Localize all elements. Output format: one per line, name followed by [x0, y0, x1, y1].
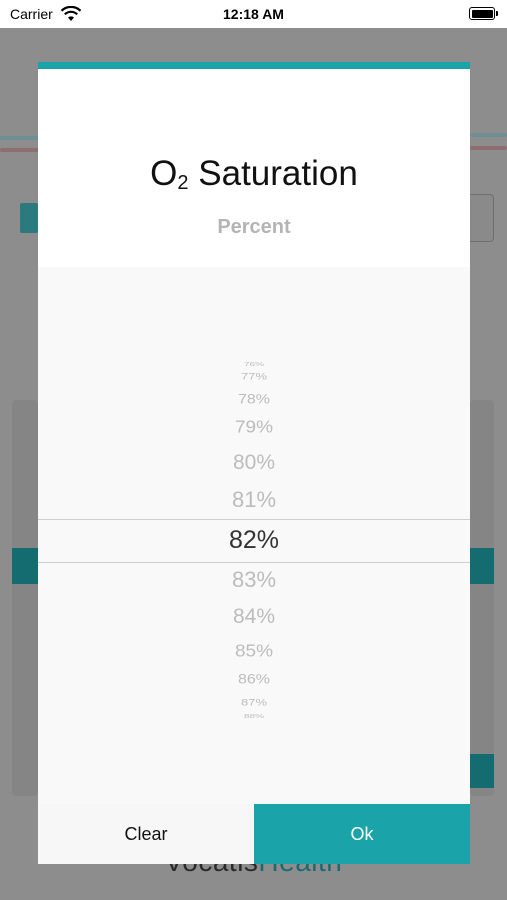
- ok-button[interactable]: Ok: [254, 804, 470, 864]
- battery-icon: [469, 7, 498, 20]
- picker-option[interactable]: 86%: [38, 672, 470, 687]
- picker-option[interactable]: 79%: [38, 418, 470, 438]
- clear-button[interactable]: Clear: [38, 804, 254, 864]
- picker-selected-value[interactable]: 82%: [38, 526, 470, 555]
- picker-option[interactable]: 84%: [38, 605, 470, 629]
- o2-saturation-dialog: O2 Saturation Percent 76% 77% 78% 79% 80% 81%…: [38, 62, 470, 864]
- percent-picker[interactable]: 76% 77% 78% 79% 80% 81% 82% 83% 84% 85% 86% 87% 88%: [38, 267, 470, 804]
- picker-selection-bottom-line: [38, 562, 470, 563]
- picker-option[interactable]: 76%: [38, 362, 470, 368]
- unit-label: Percent: [217, 216, 291, 238]
- bg-stripe: [0, 148, 40, 152]
- status-bar: Carrier 12:18 AM: [0, 0, 507, 28]
- bg-stripe: [470, 133, 507, 137]
- picker-option[interactable]: 77%: [38, 371, 470, 382]
- title-main: O: [150, 154, 178, 193]
- bg-card-2: [12, 606, 38, 796]
- picker-option[interactable]: 78%: [38, 392, 470, 407]
- bg-prev-arrow: [20, 203, 38, 233]
- bg-card-1-right-bar: [470, 548, 494, 584]
- picker-option[interactable]: 87%: [38, 697, 470, 708]
- bg-stripe: [0, 136, 40, 140]
- modal-title: O2 Saturation: [38, 154, 470, 195]
- picker-option[interactable]: 88%: [38, 714, 470, 720]
- bg-card-2-right-bar: [470, 754, 494, 788]
- picker-option[interactable]: 85%: [38, 642, 470, 662]
- bg-stripe: [470, 146, 507, 150]
- picker-option[interactable]: 81%: [38, 487, 470, 513]
- modal-accent-bar: [38, 62, 470, 69]
- title-subscript: 2: [177, 172, 189, 194]
- picker-selection-top-line: [38, 519, 470, 520]
- picker-option[interactable]: 83%: [38, 567, 470, 593]
- picker-option[interactable]: 80%: [38, 451, 470, 475]
- status-time: 12:18 AM: [223, 6, 284, 22]
- title-rest: Saturation: [188, 154, 358, 193]
- bg-card-1-bar: [12, 548, 38, 584]
